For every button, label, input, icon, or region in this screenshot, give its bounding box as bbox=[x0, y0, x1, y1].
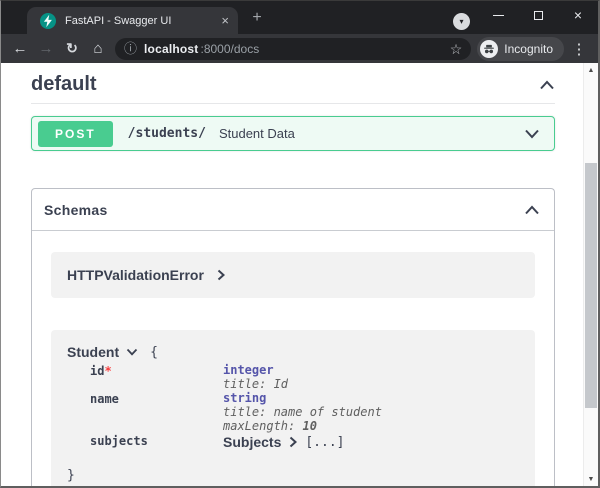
url-host: localhost bbox=[144, 42, 198, 56]
incognito-label: Incognito bbox=[504, 42, 553, 56]
tab-strip: FastAPI - Swagger UI × + ▾ × bbox=[1, 1, 598, 34]
chevron-right-icon[interactable] bbox=[217, 269, 225, 281]
open-brace: { bbox=[150, 345, 158, 360]
method-badge: POST bbox=[38, 121, 113, 147]
chevron-up-icon[interactable] bbox=[524, 205, 540, 215]
scroll-down-icon[interactable]: ▼ bbox=[584, 472, 598, 486]
page-content: default POST /students/ Student Data Sch… bbox=[1, 63, 583, 486]
tab-fastapi-swagger[interactable]: FastAPI - Swagger UI × bbox=[27, 7, 238, 34]
reload-button[interactable]: ↻ bbox=[59, 36, 85, 62]
chevron-down-icon[interactable] bbox=[126, 348, 138, 356]
chevron-up-icon[interactable] bbox=[539, 80, 555, 90]
tab-title: FastAPI - Swagger UI bbox=[65, 15, 212, 27]
tag-header-default[interactable]: default bbox=[31, 73, 555, 96]
incognito-badge: Incognito bbox=[477, 37, 564, 61]
collapsed-array-value[interactable]: [...] bbox=[305, 435, 344, 450]
property-title: title: Id bbox=[223, 377, 519, 391]
url-path: :8000/docs bbox=[201, 42, 260, 56]
tab-close-icon[interactable]: × bbox=[221, 14, 229, 27]
tab-search-button[interactable]: ▾ bbox=[453, 13, 470, 30]
back-button[interactable]: ← bbox=[7, 36, 33, 62]
bookmark-star-icon[interactable]: ☆ bbox=[450, 42, 463, 56]
maximize-button[interactable] bbox=[518, 1, 558, 29]
site-info-icon[interactable]: ⓘ bbox=[124, 42, 137, 55]
endpoint-path: /students/ bbox=[128, 126, 206, 141]
close-brace: } bbox=[67, 468, 75, 483]
scroll-up-icon[interactable]: ▲ bbox=[584, 63, 598, 77]
endpoint-summary: Student Data bbox=[219, 126, 295, 141]
property-row-id: id* integer title: Id bbox=[90, 363, 519, 391]
property-maxlength: maxLength: 10 bbox=[223, 419, 519, 433]
property-type: integer bbox=[223, 363, 519, 377]
forward-button[interactable]: → bbox=[33, 36, 59, 62]
close-brace-row: } bbox=[90, 466, 519, 484]
schemas-header[interactable]: Schemas bbox=[32, 189, 554, 231]
vertical-scrollbar[interactable]: ▲ ▼ bbox=[583, 63, 598, 486]
tag-title: default bbox=[31, 73, 97, 96]
scrollbar-thumb[interactable] bbox=[585, 163, 597, 408]
browser-menu-button[interactable]: ⋮ bbox=[568, 40, 590, 58]
address-bar[interactable]: ⓘ localhost :8000/docs ☆ bbox=[115, 38, 471, 60]
property-definition: integer title: Id bbox=[223, 363, 519, 391]
chevron-down-icon[interactable] bbox=[524, 129, 540, 139]
property-row-name: name string title: name of student maxLe… bbox=[90, 391, 519, 433]
browser-window: FastAPI - Swagger UI × + ▾ × ← → ↻ ⌂ ⓘ l… bbox=[0, 0, 600, 488]
property-name: name bbox=[90, 391, 223, 433]
home-button[interactable]: ⌂ bbox=[85, 36, 111, 62]
new-tab-button[interactable]: + bbox=[248, 9, 266, 27]
property-definition: Subjects [...] bbox=[223, 433, 519, 450]
model-name: Student bbox=[67, 344, 119, 360]
minimize-icon bbox=[493, 15, 504, 16]
window-controls: × bbox=[478, 1, 598, 29]
property-title: title: name of student bbox=[223, 405, 519, 419]
property-name: subjects bbox=[90, 433, 223, 450]
property-row-subjects: subjects Subjects [...] bbox=[90, 433, 519, 450]
tag-divider bbox=[31, 103, 555, 104]
model-name: HTTPValidationError bbox=[67, 267, 204, 283]
model-student-title-row[interactable]: Student { bbox=[67, 344, 519, 360]
schemas-title: Schemas bbox=[44, 202, 108, 218]
incognito-avatar bbox=[480, 40, 498, 58]
caret-down-icon: ▾ bbox=[459, 17, 463, 26]
schemas-body: HTTPValidationError Student { bbox=[32, 231, 554, 486]
browser-toolbar: ← → ↻ ⌂ ⓘ localhost :8000/docs ☆ Incogni… bbox=[1, 34, 598, 63]
chevron-right-icon[interactable] bbox=[289, 436, 297, 448]
subjects-model-link[interactable]: Subjects bbox=[223, 434, 281, 450]
incognito-icon bbox=[483, 43, 495, 55]
model-student: Student { id* integer title bbox=[51, 330, 535, 486]
property-name: id* bbox=[90, 363, 223, 391]
endpoint-post-students[interactable]: POST /students/ Student Data bbox=[31, 116, 555, 151]
swagger-page: default POST /students/ Student Data Sch… bbox=[1, 63, 598, 486]
minimize-button[interactable] bbox=[478, 1, 518, 29]
property-definition: string title: name of student maxLength:… bbox=[223, 391, 519, 433]
schemas-section: Schemas HTTPValidationError Stud bbox=[31, 188, 555, 486]
student-properties: id* integer title: Id name string bbox=[90, 363, 519, 484]
model-httpvalidationerror[interactable]: HTTPValidationError bbox=[51, 252, 535, 298]
fastapi-favicon-icon bbox=[40, 13, 56, 29]
property-type: string bbox=[223, 391, 519, 405]
required-star: * bbox=[104, 364, 111, 378]
maximize-icon bbox=[534, 11, 543, 20]
close-window-button[interactable]: × bbox=[558, 1, 598, 29]
